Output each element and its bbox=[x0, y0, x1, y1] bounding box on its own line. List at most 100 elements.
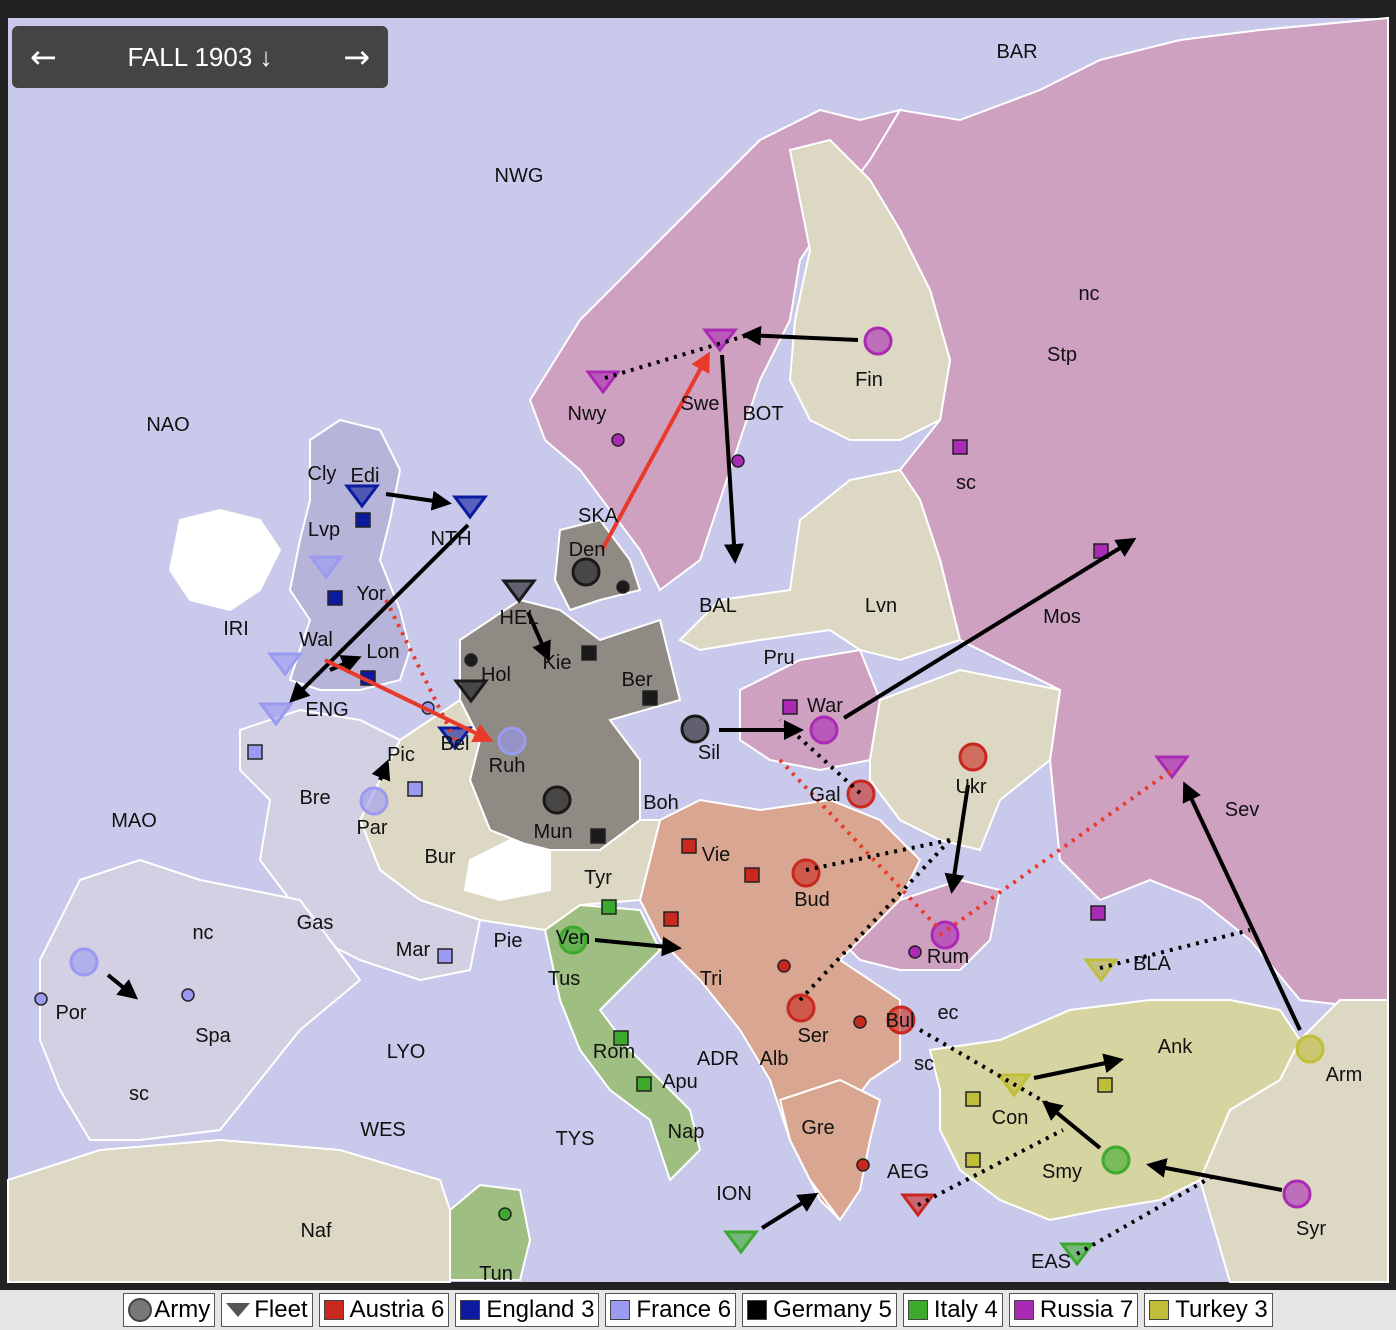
province-label: Ser bbox=[797, 1025, 828, 1047]
province-label: BAL bbox=[699, 595, 737, 617]
diplomacy-map[interactable]: BAR NWG nc Stp Fin Nwy Swe BOT NAO sc Cly Edi NTH SKA… bbox=[0, 0, 1396, 1290]
province-label: ADR bbox=[697, 1048, 739, 1070]
army-unit[interactable] bbox=[680, 714, 710, 744]
province-label: Den bbox=[569, 539, 606, 561]
army-unit[interactable] bbox=[69, 947, 99, 977]
legend-item-fleet: Fleet bbox=[221, 1293, 313, 1327]
province-label: Mun bbox=[534, 821, 573, 843]
province-label: Tyr bbox=[584, 867, 612, 889]
province-label: Cly bbox=[308, 463, 337, 485]
phase-navigator: ← FALL 1903 ↓ → bbox=[12, 26, 388, 88]
province-label: nc bbox=[192, 922, 213, 944]
supply-center bbox=[590, 828, 606, 844]
supply-center bbox=[856, 1158, 870, 1172]
legend-label: Russia 7 bbox=[1039, 1296, 1134, 1323]
province-label: SKA bbox=[578, 505, 619, 527]
power-swatch bbox=[1149, 1300, 1170, 1320]
province-label: Syr bbox=[1296, 1218, 1326, 1240]
province-label: Bel bbox=[441, 733, 470, 755]
province-label: Bud bbox=[794, 889, 830, 911]
supply-center bbox=[952, 439, 968, 455]
province-label: BOT bbox=[742, 403, 783, 425]
power-swatch bbox=[460, 1300, 481, 1320]
supply-center bbox=[181, 988, 195, 1002]
legend-item-turkey: Turkey 3 bbox=[1144, 1293, 1273, 1327]
legend-label: England 3 bbox=[486, 1296, 595, 1323]
province-label: ENG bbox=[305, 699, 348, 721]
supply-center bbox=[437, 948, 453, 964]
army-unit[interactable] bbox=[571, 557, 601, 587]
province-label: Wal bbox=[299, 629, 333, 651]
province-label: sc bbox=[914, 1053, 934, 1075]
phase-title[interactable]: FALL 1903 ↓ bbox=[127, 42, 272, 73]
province-label: WES bbox=[360, 1119, 406, 1141]
province-label: ec bbox=[937, 1002, 958, 1024]
province-label: sc bbox=[956, 472, 976, 494]
power-swatch bbox=[907, 1300, 928, 1320]
province-label: EAS bbox=[1031, 1251, 1071, 1273]
province-label: Ber bbox=[621, 669, 652, 691]
province-label: sc bbox=[129, 1083, 149, 1105]
province-label: Spa bbox=[195, 1025, 231, 1047]
supply-center bbox=[642, 690, 658, 706]
supply-center bbox=[498, 1207, 512, 1221]
army-unit[interactable] bbox=[791, 858, 821, 888]
army-unit[interactable] bbox=[1295, 1034, 1325, 1064]
supply-center bbox=[965, 1091, 981, 1107]
province-label: Yor bbox=[356, 583, 386, 605]
province-label: Swe bbox=[681, 393, 720, 415]
province-label: Stp bbox=[1047, 344, 1077, 366]
province-label: NTH bbox=[430, 528, 471, 550]
province-label: Por bbox=[55, 1002, 86, 1024]
army-unit[interactable] bbox=[1282, 1179, 1312, 1209]
province-label: Kie bbox=[543, 652, 572, 674]
province-label: Pru bbox=[763, 647, 794, 669]
province-label: Bur bbox=[424, 846, 455, 868]
province-label: Par bbox=[356, 817, 387, 839]
province-label: MAO bbox=[111, 810, 157, 832]
province-label: Vie bbox=[702, 844, 731, 866]
supply-center bbox=[601, 899, 617, 915]
supply-center bbox=[581, 645, 597, 661]
province-label: Tus bbox=[548, 968, 581, 990]
province-label: Nap bbox=[668, 1121, 705, 1143]
army-unit[interactable] bbox=[958, 742, 988, 772]
province-label: Pic bbox=[387, 744, 415, 766]
legend-label: Italy 4 bbox=[933, 1296, 998, 1323]
army-unit[interactable] bbox=[497, 726, 527, 756]
province-label: Bre bbox=[299, 787, 330, 809]
supply-center bbox=[853, 1015, 867, 1029]
power-swatch bbox=[1013, 1300, 1034, 1320]
army-unit[interactable] bbox=[359, 786, 389, 816]
army-unit[interactable] bbox=[542, 785, 572, 815]
province-label: Sev bbox=[1225, 799, 1259, 821]
supply-center bbox=[611, 433, 625, 447]
legend-label: France 6 bbox=[636, 1296, 732, 1323]
supply-center bbox=[34, 992, 48, 1006]
province-label: Smy bbox=[1042, 1161, 1082, 1183]
province-label: TYS bbox=[556, 1128, 595, 1150]
supply-center bbox=[1090, 905, 1106, 921]
province-label: Tun bbox=[479, 1263, 513, 1285]
province-label: Fin bbox=[855, 369, 883, 391]
next-phase-button[interactable]: → bbox=[343, 41, 370, 73]
province-label: Gal bbox=[809, 784, 840, 806]
province-label: Rum bbox=[927, 946, 969, 968]
province-label: Edi bbox=[351, 465, 380, 487]
legend-label: Fleet bbox=[254, 1296, 308, 1323]
province-label: Bul bbox=[886, 1010, 915, 1032]
army-unit[interactable] bbox=[1101, 1145, 1131, 1175]
supply-center bbox=[744, 867, 760, 883]
province-label: Pie bbox=[494, 930, 523, 952]
legend-item-russia: Russia 7 bbox=[1008, 1293, 1139, 1327]
province-label: Con bbox=[992, 1107, 1029, 1129]
province-label: Gre bbox=[801, 1117, 834, 1139]
supply-center bbox=[965, 1152, 981, 1168]
fleet-icon bbox=[226, 1303, 251, 1317]
province-label: NWG bbox=[495, 165, 544, 187]
province-label: Ruh bbox=[489, 755, 526, 777]
supply-center bbox=[355, 512, 371, 528]
army-unit[interactable] bbox=[809, 715, 839, 745]
army-unit[interactable] bbox=[863, 326, 893, 356]
prev-phase-button[interactable]: ← bbox=[30, 41, 57, 73]
